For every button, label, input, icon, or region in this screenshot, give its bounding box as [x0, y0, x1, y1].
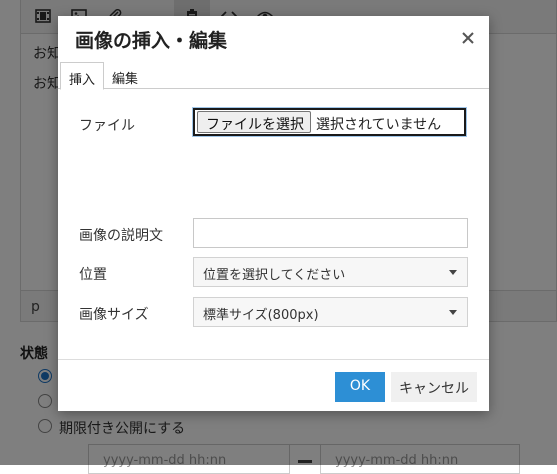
- chevron-down-icon: [449, 310, 457, 315]
- file-label: ファイル: [79, 118, 135, 134]
- size-select[interactable]: 標準サイズ(800px): [193, 297, 468, 327]
- size-label: 画像サイズ: [79, 307, 149, 323]
- dialog-title: 画像の挿入・編集: [75, 30, 228, 52]
- tab-insert[interactable]: 挿入: [60, 62, 105, 90]
- description-input[interactable]: [193, 218, 468, 248]
- tab-edit[interactable]: 編集: [104, 62, 146, 89]
- chevron-down-icon: [449, 270, 457, 275]
- dialog-footer: OK キャンセル: [58, 359, 489, 411]
- image-insert-dialog: 画像の挿入・編集 挿入 編集 ファイル ファイルを選択 選択されていません 画像…: [58, 16, 489, 411]
- size-select-value: 標準サイズ(800px): [203, 308, 319, 323]
- ok-button[interactable]: OK: [335, 372, 385, 402]
- file-input[interactable]: ファイルを選択 選択されていません: [193, 108, 466, 136]
- choose-file-button[interactable]: ファイルを選択: [197, 111, 311, 133]
- position-select[interactable]: 位置を選択してください: [193, 257, 468, 287]
- cancel-button[interactable]: キャンセル: [391, 372, 477, 402]
- description-label: 画像の説明文: [79, 228, 163, 244]
- file-status: 選択されていません: [316, 117, 442, 133]
- dialog-tabs: 挿入 編集: [58, 62, 489, 90]
- position-label: 位置: [79, 267, 107, 283]
- close-icon[interactable]: [458, 28, 478, 48]
- position-select-value: 位置を選択してください: [203, 268, 346, 283]
